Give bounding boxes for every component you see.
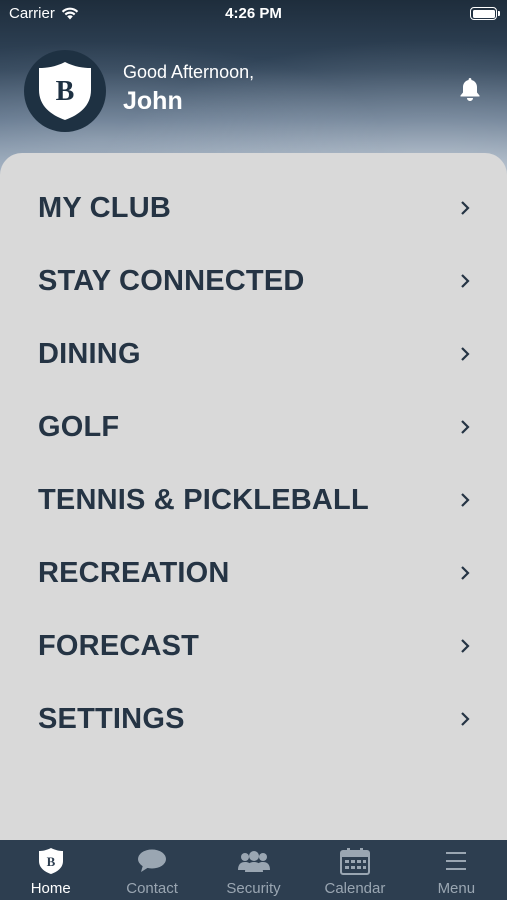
menu-item-golf[interactable]: GOLF [0, 399, 507, 455]
menu-item-label: FORECAST [38, 629, 200, 662]
menu-item-stay-connected[interactable]: STAY CONNECTED [0, 253, 507, 309]
tab-label: Security [226, 880, 281, 897]
tab-contact[interactable]: Contact [101, 840, 202, 900]
menu-item-tennis-pickleball[interactable]: TENNIS & PICKLEBALL [0, 472, 507, 528]
status-bar: Carrier 4:26 PM [0, 0, 507, 28]
tab-label: Menu [437, 880, 476, 897]
menu-item-recreation[interactable]: RECREATION [0, 545, 507, 601]
svg-text:B: B [56, 76, 75, 107]
club-logo: B [24, 50, 106, 132]
chevron-right-icon [461, 420, 470, 434]
tab-label: Calendar [324, 880, 386, 897]
tab-bar: B Home Contact Security Calendar Menu [0, 840, 507, 900]
menu-item-label: TENNIS & PICKLEBALL [38, 483, 369, 516]
status-time: 4:26 PM [225, 5, 282, 22]
chat-bubble-icon [138, 849, 167, 872]
tab-menu[interactable]: Menu [406, 840, 507, 900]
chevron-right-icon [461, 712, 470, 726]
tab-label: Home [30, 880, 71, 897]
chevron-right-icon [461, 493, 470, 507]
svg-text:B: B [46, 854, 55, 869]
menu-item-label: SETTINGS [38, 702, 185, 735]
user-name: John [123, 87, 183, 115]
people-icon [237, 851, 270, 872]
menu-item-label: RECREATION [38, 556, 230, 589]
tab-home[interactable]: B Home [0, 840, 101, 900]
hamburger-menu-icon [446, 852, 467, 870]
bell-icon[interactable] [458, 76, 482, 102]
tab-security[interactable]: Security [203, 840, 304, 900]
main-menu-panel: MY CLUB STAY CONNECTED DINING GOLF TENNI… [0, 153, 507, 843]
chevron-right-icon [461, 639, 470, 653]
menu-item-label: STAY CONNECTED [38, 264, 305, 297]
battery-icon [470, 7, 500, 20]
chevron-right-icon [461, 347, 470, 361]
greeting-block: Good Afternoon, John [123, 62, 254, 116]
shield-logo-icon: B [39, 62, 91, 120]
chevron-right-icon [461, 566, 470, 580]
menu-item-my-club[interactable]: MY CLUB [0, 180, 507, 236]
chevron-right-icon [461, 201, 470, 215]
calendar-icon [339, 848, 370, 875]
menu-item-label: MY CLUB [38, 191, 171, 224]
menu-item-label: DINING [38, 337, 141, 370]
menu-item-dining[interactable]: DINING [0, 326, 507, 382]
chevron-right-icon [461, 274, 470, 288]
tab-calendar[interactable]: Calendar [304, 840, 405, 900]
menu-item-forecast[interactable]: FORECAST [0, 618, 507, 674]
greeting-text: Good Afternoon, [123, 62, 255, 82]
menu-item-settings[interactable]: SETTINGS [0, 691, 507, 747]
menu-item-label: GOLF [38, 410, 120, 443]
shield-logo-icon: B [38, 848, 63, 874]
tab-label: Contact [126, 880, 178, 897]
